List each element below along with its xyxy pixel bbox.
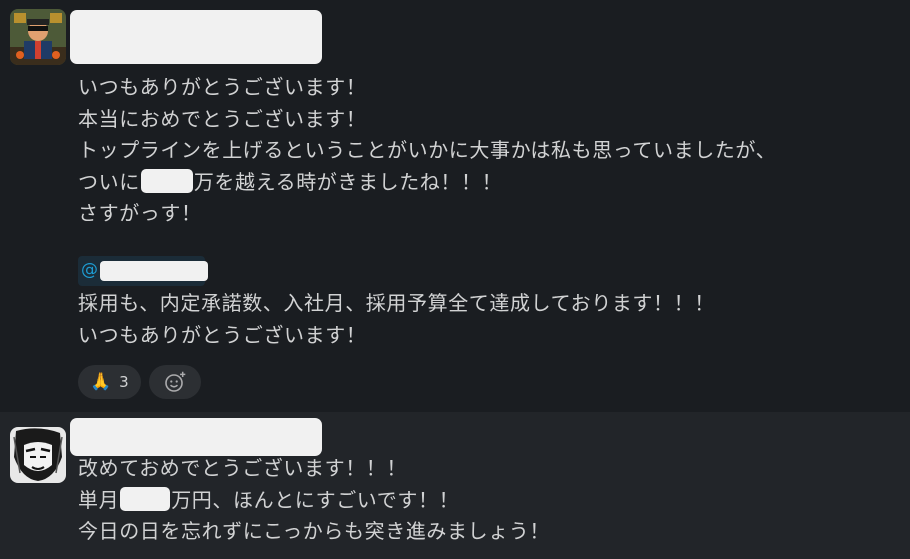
message-line: 採用も、内定承諾数、入社月、採用予算全て達成しております！！！ <box>78 291 715 315</box>
mention-name-redacted <box>100 261 208 281</box>
message-line: 改めておめでとうございます！！！ <box>78 456 407 480</box>
message-1-body: いつもありがとうございます！ 本当におめでとうございます！ トップラインを上げる… <box>78 72 776 230</box>
chat-channel: いつもありがとうございます！ 本当におめでとうございます！ トップラインを上げる… <box>0 0 910 559</box>
reaction-pill[interactable]: 🙏 3 <box>78 365 141 399</box>
message-line: 本当におめでとうございます！ <box>78 106 367 131</box>
clap-icon: 🙏 <box>90 372 112 392</box>
message-line: いつもありがとうございます！ <box>78 75 367 99</box>
add-reaction-button[interactable] <box>149 365 201 399</box>
message-line: さすがっす！ <box>78 201 202 225</box>
reaction-count: 3 <box>119 373 129 391</box>
message-2-body: 改めておめでとうございます！！！ 単月 万円、ほんとにすごいです！！ 今日の日を忘… <box>78 453 550 548</box>
message-line: いつもありがとうございます！ <box>78 322 367 347</box>
avatar[interactable] <box>10 427 66 483</box>
message-2[interactable]: 改めておめでとうございます！！！ 単月 万円、ほんとにすごいです！！ 今日の日を忘… <box>0 412 910 559</box>
mention-body: 採用も、内定承諾数、入社月、採用予算全て達成しております！！！ いつもありがとう… <box>78 288 715 351</box>
avatar-image <box>10 9 66 65</box>
avatar[interactable] <box>10 9 66 65</box>
message-1[interactable]: いつもありがとうございます！ 本当におめでとうございます！ トップラインを上げる… <box>0 0 910 412</box>
message-line: トップラインを上げるということがいかに大事かは私も思っていましたが、 <box>78 138 777 162</box>
amount-redacted <box>140 168 193 193</box>
message-text: 万を越える時がきましたね！！！ <box>193 169 503 194</box>
message-line: 単月 万円、ほんとにすごいです！！ <box>78 485 550 517</box>
message-line: 今日の日を忘れずにこっからも突き進みましょう！ <box>78 519 550 543</box>
message-text: ついに <box>78 169 140 194</box>
sender-name-redacted[interactable] <box>70 418 322 456</box>
user-mention[interactable]: @ <box>78 256 208 286</box>
message-text: 単月 <box>78 487 120 512</box>
message-text: 万円、ほんとにすごいです！！ <box>171 487 460 512</box>
message-line: ついに 万を越える時がきましたね！！！ <box>78 167 776 199</box>
mention-at-sign: @ <box>81 260 98 280</box>
emoji-add-icon <box>165 371 186 392</box>
sender-name-redacted[interactable] <box>70 10 322 64</box>
amount-redacted <box>120 486 171 511</box>
avatar-image <box>10 427 66 483</box>
